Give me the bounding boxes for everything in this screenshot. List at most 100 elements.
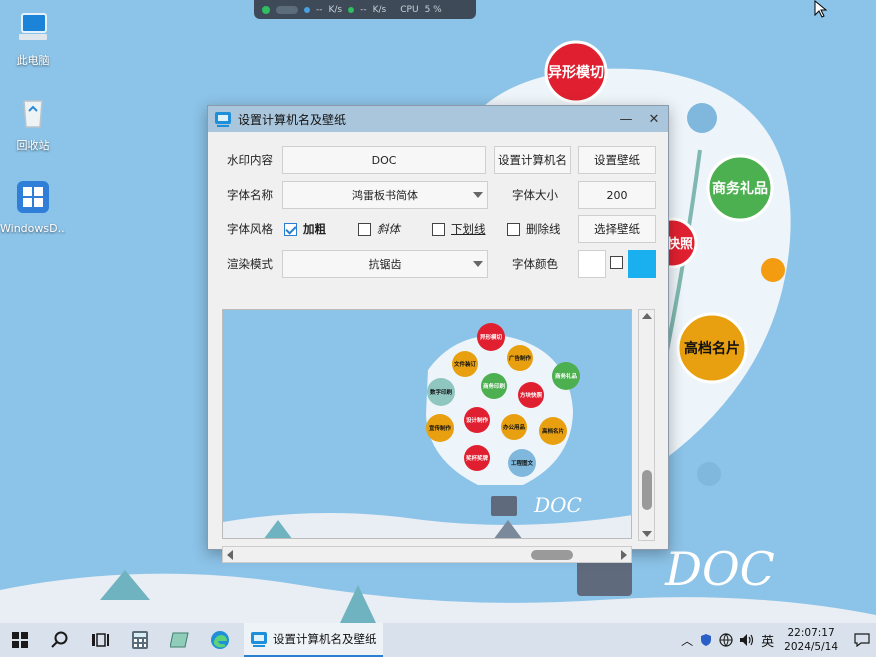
- vertical-scroll-thumb[interactable]: [642, 470, 652, 510]
- label-font-color: 字体颜色: [512, 257, 558, 271]
- desktop-icon-recycle-bin[interactable]: 回收站: [0, 93, 66, 153]
- ime-indicator[interactable]: 英: [761, 631, 774, 650]
- transparent-checkbox[interactable]: [610, 256, 623, 269]
- network-globe-icon[interactable]: [719, 633, 733, 647]
- taskbar-app-2[interactable]: [160, 623, 200, 657]
- font-name-select[interactable]: 鸿雷板书简体: [282, 181, 488, 209]
- task-view-button[interactable]: [80, 623, 120, 657]
- preview-bubble: 办公用品: [503, 423, 526, 431]
- calculator-icon: [132, 631, 148, 649]
- upload-unit: K/s: [328, 4, 343, 15]
- preview-vertical-scrollbar[interactable]: [638, 309, 655, 541]
- dialog-titlebar[interactable]: 设置计算机名及壁纸 — ✕: [208, 106, 668, 132]
- desktop-icon-this-pc[interactable]: 此电脑: [0, 8, 66, 68]
- choose-wallpaper-button[interactable]: 选择壁纸: [578, 215, 656, 243]
- label-watermark: 水印内容: [227, 153, 273, 167]
- wallpaper-bubble-3: 快照: [667, 236, 693, 252]
- mouse-cursor-icon: [814, 0, 828, 18]
- windows-logo-icon: [17, 181, 49, 213]
- watermark-input[interactable]: DOC: [282, 146, 486, 174]
- preview-bubble: 文件装订: [454, 360, 477, 368]
- clock[interactable]: 22:07:17 2024/5/14: [784, 626, 838, 654]
- scroll-left-icon[interactable]: [227, 550, 233, 560]
- search-button[interactable]: [40, 623, 80, 657]
- desktop-icon-label: 回收站: [16, 139, 50, 152]
- search-icon: [51, 631, 68, 648]
- font-size-input[interactable]: 200: [578, 181, 656, 209]
- label-render-mode: 渲染模式: [227, 257, 273, 271]
- volume-icon[interactable]: [739, 633, 755, 647]
- clock-time: 22:07:17: [787, 627, 835, 639]
- settings-dialog: 设置计算机名及壁纸 — ✕ 水印内容 DOC 设置计算机名 设置壁纸 字体名称 …: [207, 105, 669, 563]
- render-mode-value: 抗锯齿: [368, 258, 402, 271]
- preview-image: 异形模切 文件装订 广告制作 商务礼品 数字印刷 商务印刷 方块快照 宣传制作 …: [223, 310, 631, 538]
- preview-bubble: 广告制作: [509, 354, 532, 362]
- preview-bubble: 奖杯奖牌: [466, 454, 489, 462]
- recycle-bin-icon: [23, 100, 43, 128]
- net-monitor-widget[interactable]: -- K/s -- K/s CPU 5 %: [254, 0, 476, 19]
- taskbar-calculator[interactable]: [120, 623, 160, 657]
- taskbar-active-app[interactable]: 设置计算机名及壁纸: [244, 623, 383, 657]
- checkbox-box: [610, 256, 623, 269]
- set-wallpaper-button[interactable]: 设置壁纸: [578, 146, 656, 174]
- shield-icon[interactable]: [699, 633, 713, 647]
- checkbox-box: [432, 222, 445, 236]
- start-button[interactable]: [0, 623, 40, 657]
- traffic-bar: [276, 5, 298, 14]
- strikethrough-checkbox[interactable]: 删除线: [507, 221, 561, 237]
- system-tray: ︿ 英 22:07:17 2024/5/14: [681, 623, 876, 657]
- underline-label: 下划线: [451, 222, 486, 236]
- preview-bubble: 数字印刷: [430, 388, 453, 396]
- dialog-title: 设置计算机名及壁纸: [238, 112, 347, 127]
- horizontal-scroll-thumb[interactable]: [531, 550, 573, 560]
- app-icon: [215, 112, 231, 127]
- accent-color-swatch[interactable]: [628, 250, 656, 278]
- preview-bubble: 商务礼品: [555, 372, 578, 380]
- font-name-value: 鸿雷板书简体: [352, 189, 418, 202]
- cpu-value: 5 %: [424, 4, 442, 15]
- close-button[interactable]: ✕: [640, 106, 668, 132]
- italic-checkbox[interactable]: 斜体: [358, 221, 400, 237]
- preview-bubble: 宣传制作: [429, 424, 452, 432]
- desktop-icon-label: WindowsD...: [0, 222, 66, 235]
- scroll-up-icon[interactable]: [642, 313, 652, 319]
- minimize-button[interactable]: —: [612, 106, 640, 132]
- upload-arrow-icon: [304, 6, 310, 13]
- checkbox-box: [507, 222, 520, 236]
- scroll-right-icon[interactable]: [621, 550, 627, 560]
- notification-icon[interactable]: [854, 633, 870, 647]
- chevron-up-icon[interactable]: ︿: [681, 632, 693, 649]
- desktop-icon-windows-defender[interactable]: WindowsD...: [0, 178, 66, 235]
- preview-bubble: 工程图文: [511, 459, 534, 467]
- wallpaper-bubble-2: 商务礼品: [712, 180, 768, 197]
- strikethrough-label: 删除线: [526, 222, 561, 236]
- wallpaper-bubble-1: 异形模切: [548, 64, 604, 81]
- app-icon: [251, 632, 267, 647]
- bold-label: 加粗: [303, 222, 326, 236]
- preview-bubble: 设计制作: [466, 416, 489, 424]
- scroll-down-icon[interactable]: [642, 531, 652, 537]
- preview-bubble: 方块快照: [520, 391, 543, 399]
- taskbar: 设置计算机名及壁纸 ︿ 英 22:07:17 2024/5/14: [0, 623, 876, 657]
- download-speed: --: [360, 4, 367, 15]
- preview-horizontal-scrollbar[interactable]: [222, 546, 632, 563]
- italic-label: 斜体: [377, 222, 400, 236]
- taskbar-app-label: 设置计算机名及壁纸: [273, 632, 377, 646]
- taskbar-edge[interactable]: [200, 623, 240, 657]
- download-unit: K/s: [372, 4, 387, 15]
- set-computer-name-button[interactable]: 设置计算机名: [494, 146, 571, 174]
- preview-bubble: 异形模切: [480, 333, 503, 341]
- label-font-style: 字体风格: [227, 222, 273, 236]
- cpu-label: CPU: [400, 4, 419, 15]
- windows-start-icon: [12, 632, 28, 648]
- label-font-name: 字体名称: [227, 188, 273, 202]
- underline-checkbox[interactable]: 下划线: [432, 221, 486, 237]
- font-color-swatch[interactable]: [578, 250, 606, 278]
- status-dot-icon: [262, 5, 270, 14]
- render-mode-select[interactable]: 抗锯齿: [282, 250, 488, 278]
- task-view-icon: [92, 633, 109, 647]
- computer-icon: [19, 13, 47, 40]
- preview-bubble: 高档名片: [542, 427, 565, 435]
- bold-checkbox[interactable]: 加粗: [284, 221, 326, 237]
- chevron-down-icon: [473, 261, 483, 267]
